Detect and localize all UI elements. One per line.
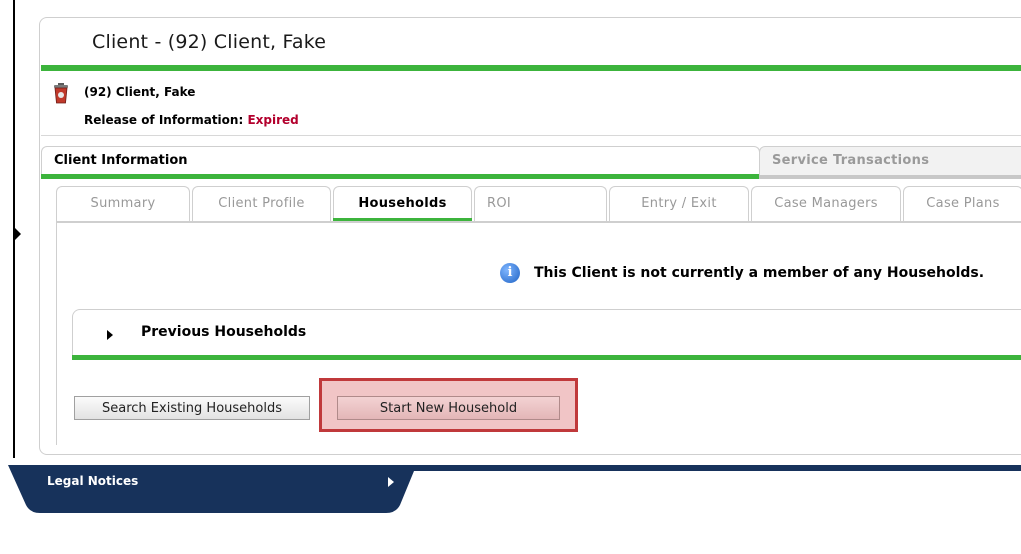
previous-households-section[interactable]: Previous Households <box>72 309 1021 356</box>
info-icon: i <box>500 263 520 283</box>
tab-service-transactions[interactable]: Service Transactions <box>759 146 1021 175</box>
roi-label: Release of Information: <box>84 113 244 127</box>
client-trash-icon[interactable] <box>52 82 70 104</box>
expand-arrow-icon[interactable] <box>388 477 394 487</box>
subtab-case-managers[interactable]: Case Managers <box>751 186 901 221</box>
client-panel: Client - (92) Client, Fake (92) Client, … <box>39 17 1021 455</box>
inactive-tab-indicator <box>759 175 1021 179</box>
expand-arrow-icon[interactable] <box>107 330 113 340</box>
subtab-households[interactable]: Households <box>333 186 472 222</box>
subtab-label: Case Plans <box>926 196 1000 211</box>
no-households-message: This Client is not currently a member of… <box>534 265 985 281</box>
subtab-label: Entry / Exit <box>641 196 717 211</box>
page-title: Client - (92) Client, Fake <box>92 31 327 53</box>
collapse-side-arrow-icon[interactable] <box>15 228 21 240</box>
client-name: (92) Client, Fake <box>84 85 196 99</box>
legal-notices-link[interactable]: Legal Notices <box>47 474 138 488</box>
subtab-label: Case Managers <box>774 196 878 211</box>
subtab-case-plans[interactable]: Case Plans <box>903 186 1021 221</box>
subtab-label: ROI <box>487 196 511 211</box>
divider <box>41 135 1021 136</box>
subtab-label: Client Profile <box>218 196 305 211</box>
subtab-summary[interactable]: Summary <box>56 186 190 221</box>
subtab-label: Summary <box>90 196 156 211</box>
search-existing-households-button[interactable]: Search Existing Households <box>74 396 310 420</box>
tab-label: Client Information <box>54 153 188 168</box>
subtab-entry-exit[interactable]: Entry / Exit <box>609 186 749 221</box>
subtab-client-profile[interactable]: Client Profile <box>192 186 331 221</box>
legal-notices-footer <box>8 465 1021 513</box>
tab-client-information[interactable]: Client Information <box>41 146 760 175</box>
tab-label: Service Transactions <box>772 153 930 168</box>
subtab-label: Households <box>358 196 447 211</box>
section-underline <box>72 355 1021 360</box>
previous-households-label: Previous Households <box>141 324 307 340</box>
active-tab-indicator <box>41 174 759 179</box>
start-new-household-button[interactable]: Start New Household <box>337 396 560 420</box>
subtab-roi[interactable]: ROI <box>474 186 607 221</box>
title-underline <box>41 65 1021 71</box>
roi-line: Release of Information: Expired <box>84 113 299 127</box>
roi-status: Expired <box>247 113 299 127</box>
